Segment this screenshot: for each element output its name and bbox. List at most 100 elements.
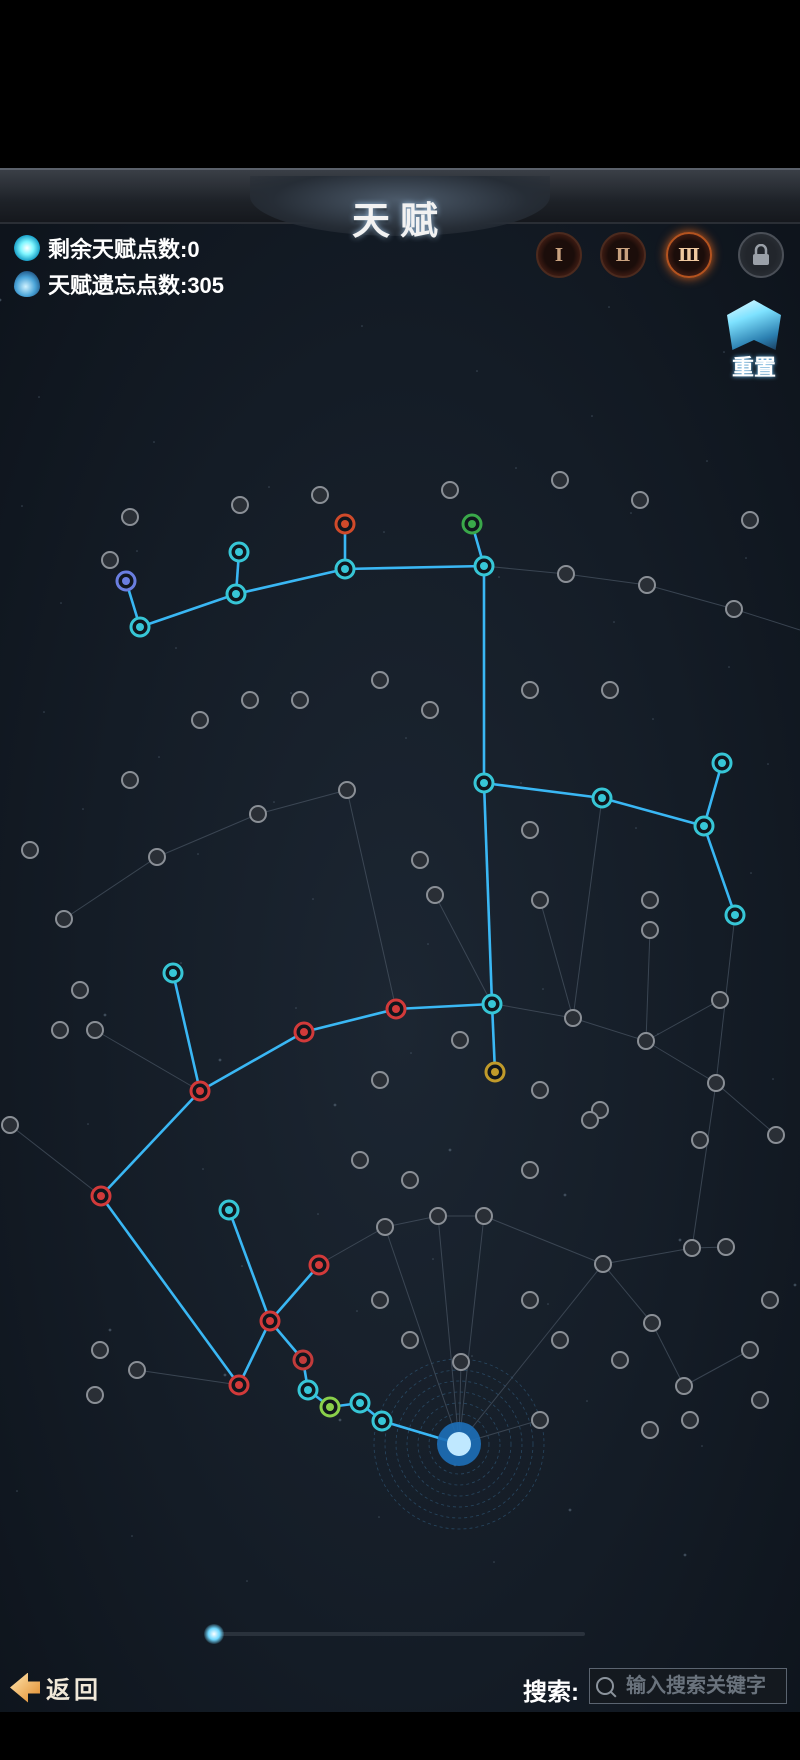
node-locked[interactable] — [551, 1331, 569, 1349]
node-locked[interactable] — [741, 1341, 759, 1359]
node-core[interactable] — [491, 1068, 499, 1076]
node-core[interactable] — [266, 1317, 274, 1325]
node-core[interactable] — [480, 779, 488, 787]
zoom-slider-thumb[interactable] — [204, 1624, 224, 1644]
page-3-button[interactable]: Ⅲ — [666, 232, 712, 278]
node-core[interactable] — [392, 1005, 400, 1013]
node-core[interactable] — [488, 1000, 496, 1008]
node-core[interactable] — [299, 1356, 307, 1364]
search-box[interactable] — [589, 1668, 788, 1704]
node-locked[interactable] — [725, 600, 743, 618]
node-locked[interactable] — [601, 681, 619, 699]
node-locked[interactable] — [452, 1353, 470, 1371]
node-locked[interactable] — [643, 1314, 661, 1332]
node-core[interactable] — [196, 1087, 204, 1095]
node-locked[interactable] — [86, 1386, 104, 1404]
node-core[interactable] — [136, 623, 144, 631]
node-locked[interactable] — [55, 910, 73, 928]
node-core[interactable] — [718, 759, 726, 767]
node-locked[interactable] — [475, 1207, 493, 1225]
node-core[interactable] — [235, 548, 243, 556]
node-locked[interactable] — [717, 1238, 735, 1256]
node-core[interactable] — [225, 1206, 233, 1214]
node-locked[interactable] — [707, 1074, 725, 1092]
locked-page-button[interactable] — [738, 232, 784, 278]
node-locked[interactable] — [675, 1377, 693, 1395]
node-locked[interactable] — [638, 576, 656, 594]
node-locked[interactable] — [71, 981, 89, 999]
node-locked[interactable] — [401, 1331, 419, 1349]
page-2-button[interactable]: Ⅱ — [600, 232, 646, 278]
back-button[interactable]: 返回 — [10, 1670, 102, 1705]
node-locked[interactable] — [451, 1031, 469, 1049]
node-core[interactable] — [356, 1399, 364, 1407]
node-core[interactable] — [378, 1417, 386, 1425]
node-core[interactable] — [169, 969, 177, 977]
node-locked[interactable] — [564, 1009, 582, 1027]
node-locked[interactable] — [231, 496, 249, 514]
node-locked[interactable] — [371, 671, 389, 689]
node-locked[interactable] — [421, 701, 439, 719]
node-locked[interactable] — [531, 1411, 549, 1429]
node-core[interactable] — [598, 794, 606, 802]
node-locked[interactable] — [426, 886, 444, 904]
node-core[interactable] — [468, 520, 476, 528]
node-locked[interactable] — [1, 1116, 19, 1134]
node-locked[interactable] — [761, 1291, 779, 1309]
node-locked[interactable] — [551, 471, 569, 489]
node-locked[interactable] — [21, 841, 39, 859]
node-locked[interactable] — [101, 551, 119, 569]
node-locked[interactable] — [371, 1071, 389, 1089]
node-locked[interactable] — [521, 1291, 539, 1309]
node-core[interactable] — [304, 1386, 312, 1394]
node-locked[interactable] — [631, 491, 649, 509]
node-locked[interactable] — [241, 691, 259, 709]
node-locked[interactable] — [521, 681, 539, 699]
node-locked[interactable] — [351, 1151, 369, 1169]
node-locked[interactable] — [128, 1361, 146, 1379]
node-locked[interactable] — [376, 1218, 394, 1236]
node-locked[interactable] — [338, 781, 356, 799]
node-core[interactable] — [480, 562, 488, 570]
reset-button[interactable]: 重置 — [718, 300, 790, 380]
node-locked[interactable] — [611, 1351, 629, 1369]
node-core[interactable] — [326, 1403, 334, 1411]
node-locked[interactable] — [311, 486, 329, 504]
node-core[interactable] — [315, 1261, 323, 1269]
node-locked[interactable] — [641, 891, 659, 909]
node-core[interactable] — [122, 577, 130, 585]
node-locked[interactable] — [521, 1161, 539, 1179]
node-locked[interactable] — [121, 771, 139, 789]
node-locked[interactable] — [91, 1341, 109, 1359]
node-locked[interactable] — [51, 1021, 69, 1039]
node-core[interactable] — [232, 590, 240, 598]
node-locked[interactable] — [557, 565, 575, 583]
node-locked[interactable] — [291, 691, 309, 709]
node-locked[interactable] — [121, 508, 139, 526]
node-locked[interactable] — [531, 1081, 549, 1099]
node-locked[interactable] — [641, 921, 659, 939]
node-locked[interactable] — [594, 1255, 612, 1273]
node-core[interactable] — [700, 822, 708, 830]
node-locked[interactable] — [411, 851, 429, 869]
node-core[interactable] — [731, 911, 739, 919]
node-locked[interactable] — [641, 1421, 659, 1439]
node-locked[interactable] — [191, 711, 209, 729]
node-core[interactable] — [341, 520, 349, 528]
node-locked[interactable] — [441, 481, 459, 499]
node-locked[interactable] — [86, 1021, 104, 1039]
node-locked[interactable] — [531, 891, 549, 909]
node-locked[interactable] — [581, 1111, 599, 1129]
node-locked[interactable] — [751, 1391, 769, 1409]
node-locked[interactable] — [148, 848, 166, 866]
node-core[interactable] — [97, 1192, 105, 1200]
node-locked[interactable] — [521, 821, 539, 839]
node-locked[interactable] — [767, 1126, 785, 1144]
page-1-button[interactable]: Ⅰ — [536, 232, 582, 278]
node-locked[interactable] — [401, 1171, 419, 1189]
node-locked[interactable] — [429, 1207, 447, 1225]
node-locked[interactable] — [741, 511, 759, 529]
node-locked[interactable] — [637, 1032, 655, 1050]
search-input[interactable] — [624, 1673, 788, 1699]
node-locked[interactable] — [681, 1411, 699, 1429]
